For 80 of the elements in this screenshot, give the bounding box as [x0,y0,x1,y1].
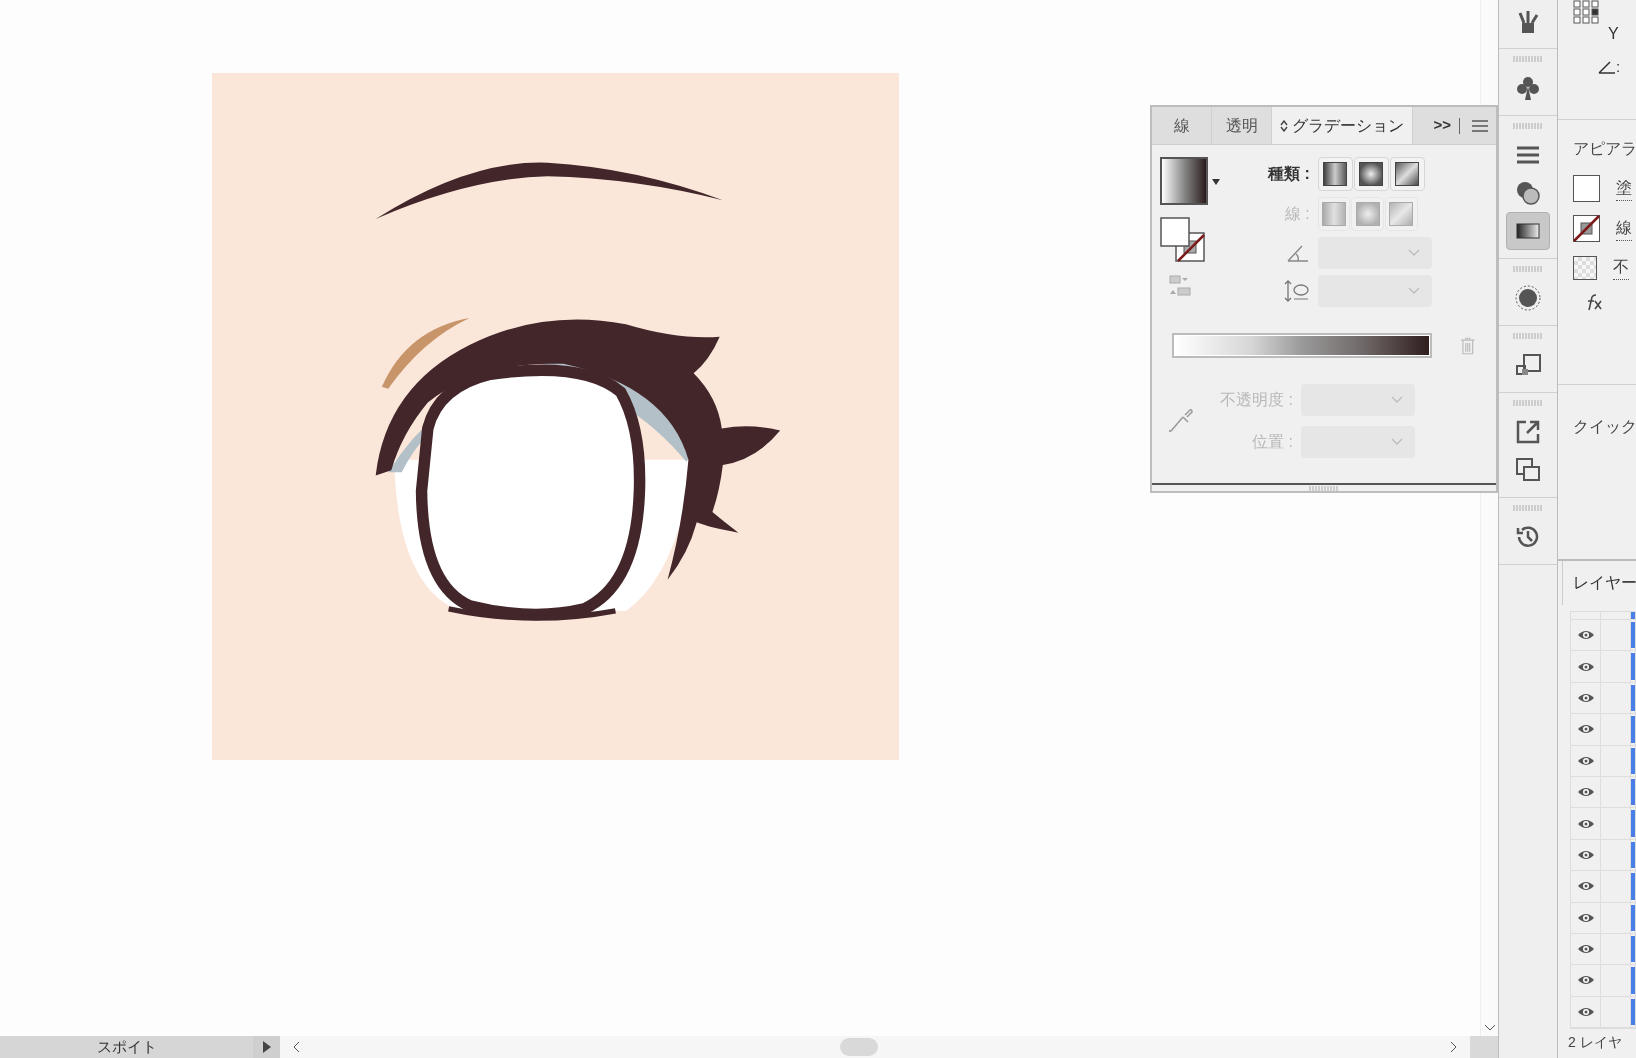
aspect-ratio-icon [1283,279,1310,303]
dropdown-field[interactable] [1300,384,1415,416]
appearance-row-label[interactable]: 不 [1613,255,1629,280]
resize-grip-icon[interactable] [1309,485,1339,491]
status-tool-field[interactable]: スポイト [0,1036,253,1058]
stroke-swatch[interactable] [1573,215,1600,242]
eye-icon[interactable] [1576,817,1595,830]
sort-arrows-icon [1280,119,1288,132]
layer-row[interactable] [1571,651,1635,683]
layer-row[interactable] [1571,714,1635,746]
fill-stroke-icon[interactable] [1160,217,1206,263]
dropdown-field[interactable] [1317,275,1432,307]
angle-icon [1285,243,1310,263]
panel-grip-icon[interactable] [1513,333,1543,339]
eye-icon[interactable] [1576,660,1595,673]
angle-icon [1598,60,1616,75]
y-label: Y [1608,24,1619,44]
dropdown-field[interactable] [1300,426,1415,458]
gradient-swatch-icon [1322,202,1347,226]
dropdown-field[interactable] [1317,237,1432,269]
eye-icon[interactable] [1576,911,1595,924]
layer-row[interactable] [1571,620,1635,652]
gradient-swatch-icon [1389,202,1414,226]
type-label: 種類 : [1268,164,1310,184]
appearance-row-label[interactable]: 線 [1616,216,1632,241]
appearance-title: アピアラ [1573,139,1636,159]
eye-icon[interactable] [1576,723,1595,736]
play-icon[interactable] [253,1036,280,1058]
layer-row[interactable] [1571,965,1635,997]
layer-row[interactable] [1571,996,1635,1029]
eye-icon[interactable] [1576,629,1595,642]
gradient-swatch-icon [1395,162,1420,186]
layer-row[interactable] [1571,839,1635,872]
scroll-down-icon[interactable] [1483,1024,1496,1032]
panel-grip-icon[interactable] [1513,505,1543,511]
layer-count: 2 レイヤ [1568,1033,1623,1053]
layer-row[interactable] [1571,933,1635,966]
gradient-ramp[interactable] [1172,333,1433,358]
gradient-type-button[interactable] [1389,157,1425,191]
eye-icon[interactable] [1576,1005,1595,1018]
layer-row[interactable] [1571,902,1635,934]
eye-icon[interactable] [1576,691,1595,704]
eye-icon[interactable] [1576,786,1595,799]
appearance-row-label[interactable]: 塗 [1616,176,1632,201]
gradient-swatch-icon [1323,162,1348,186]
scrollbar-corner [1470,1036,1498,1058]
panel-grip-icon[interactable] [1513,266,1543,272]
gradient-icon[interactable] [1506,212,1550,250]
eye-icon[interactable] [1576,974,1595,987]
caret-icon[interactable] [1212,179,1220,185]
gradient-type-button[interactable] [1317,157,1353,191]
panel-grip-icon[interactable] [1513,123,1543,129]
reference-point-icon[interactable] [1572,0,1600,26]
eye-icon[interactable] [1576,848,1595,861]
panel-grip-icon[interactable] [1513,56,1543,62]
gradient-type-button[interactable] [1353,157,1389,191]
layer-row[interactable] [1571,776,1635,809]
scroll-right-icon[interactable] [1450,1041,1458,1053]
scrollbar-thumb[interactable] [840,1038,878,1056]
opacity-swatch[interactable] [1573,255,1597,280]
panel-tab[interactable]: グラデーション [1272,107,1413,144]
layer-row[interactable] [1571,871,1635,903]
gradient-swatch-icon [1355,202,1380,226]
gradient-swatch-icon [1359,162,1384,186]
layer-row[interactable] [1571,808,1635,840]
expand-button[interactable]: >> [1429,107,1455,144]
fill-swatch[interactable] [1573,175,1600,202]
angle-colon: : [1616,57,1621,77]
layers-tab[interactable]: レイヤー [1562,561,1636,605]
eye-icon[interactable] [1576,943,1595,956]
scroll-left-icon[interactable] [292,1041,300,1053]
layer-row[interactable] [1571,682,1635,715]
stroke-label: 線 : [1283,204,1310,224]
eye-icon[interactable] [1576,754,1595,767]
gradient-preview-swatch[interactable] [1160,157,1208,205]
eye-icon[interactable] [1576,880,1595,893]
layer-row[interactable] [1571,745,1635,777]
quick-actions-title: クイック [1573,418,1636,435]
opacity-label: 不透明度 : [1220,390,1293,410]
panel-grip-icon[interactable] [1513,400,1543,406]
